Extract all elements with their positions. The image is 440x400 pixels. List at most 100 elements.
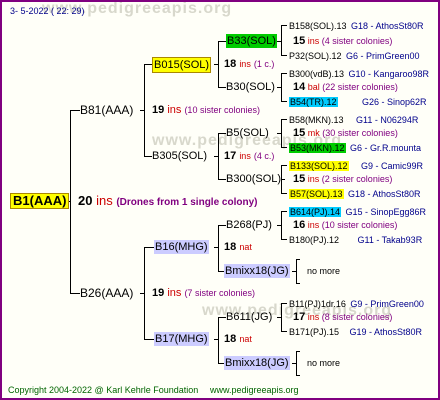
gen2-b17-ins-word: nat <box>239 334 252 344</box>
gen3-b5-ins-word: mk <box>307 128 320 138</box>
gen3-b300-ins-word: ins <box>307 174 320 184</box>
gen4-queen[interactable]: B171(PJ).15 <box>289 327 339 337</box>
gen2-b16-ins-count: 18 <box>224 241 237 253</box>
gen3-b30-ins-info: 14 bal (22 sister colonies) <box>293 80 398 94</box>
gen4-row: P32(SOL).12 G6 - PrimGreen00 <box>289 48 420 63</box>
gen3-b268-ins-word: ins <box>307 220 320 230</box>
gen3-b611-note: (8 sister colonies) <box>321 312 393 322</box>
gen4-breeder: G6 - Gr.R.mounta <box>349 143 422 153</box>
gen2-b015-ins-word: ins <box>239 59 251 69</box>
gen4-row: B300(vdB).13 G10 - Kangaroo98R <box>289 66 429 81</box>
gen3-b268-note: (10 sister colonies) <box>321 220 398 230</box>
pedigree-frame: www.pedigreeapis.org www.pedigreeapis.or… <box>0 0 440 400</box>
header-date: 3- 5-2022 ( 22: 29) <box>10 6 85 16</box>
gen4-breeder: G26 - Sinop62R <box>361 97 427 107</box>
gen3-b300-ins-count: 15 <box>293 173 306 185</box>
gen4-row: B133(SOL).12 G9 - Camic99R <box>289 158 423 173</box>
gen2-queen-b015[interactable]: B015(SOL) <box>152 57 212 73</box>
gen4-row: B11(PJ)1dr.16 G9 - PrimGreen00 <box>289 296 424 311</box>
gen2-b17-ins-count: 18 <box>224 333 237 345</box>
gen4-breeder: G18 - AthosSt80R <box>351 21 424 31</box>
gen3-b611-ins-word: ins <box>307 312 320 322</box>
footer-copyright: Copyright 2004-2022 @ Karl Kehrle Founda… <box>8 385 199 395</box>
gen4-breeder: G9 - Camic99R <box>361 161 424 171</box>
gen3-b30-ins-count: 14 <box>293 81 306 93</box>
gen3-b268-ins-count: 16 <box>293 219 306 231</box>
gen4-breeder: G6 - PrimGreen00 <box>345 51 420 61</box>
gen1-b81-ins-info: 19 ins (10 sister colonies) <box>152 103 260 117</box>
root-ins-info: 20 ins (Drones from 1 single colony) <box>78 194 257 210</box>
gen2-b305-ins-count: 17 <box>224 150 237 162</box>
gen1-b26-note: (7 sister colonies) <box>184 288 255 298</box>
gen4-queen[interactable]: P32(SOL).12 <box>289 51 342 61</box>
gen1-queen-b81[interactable]: B81(AAA) <box>80 103 133 117</box>
gen4-breeder: G10 - Kangaroo98R <box>348 69 430 79</box>
gen4-queen[interactable]: B58(MKN).13 <box>289 115 344 125</box>
gen2-b305-note: (4 c.) <box>253 151 275 161</box>
gen2-queen-b17[interactable]: B17(MHG) <box>154 332 209 346</box>
gen3-b300-note: (2 sister colonies) <box>321 174 393 184</box>
gen4-queen[interactable]: B300(vdB).13 <box>289 69 344 79</box>
gen3-b33-note: (4 sister colonies) <box>321 36 393 46</box>
gen3-b268-ins-info: 16 ins (10 sister colonies) <box>293 218 397 232</box>
gen4-breeder: G15 - SinopEgg86R <box>345 207 427 217</box>
gen3-bmixx18-b-no-more: no more <box>307 358 341 368</box>
gen2-queen-b16[interactable]: B16(MHG) <box>154 240 209 254</box>
gen4-queen[interactable]: B614(PJ).14 <box>289 207 342 217</box>
gen4-queen[interactable]: B180(PJ).12 <box>289 235 339 245</box>
gen1-b81-note: (10 sister colonies) <box>184 105 260 115</box>
gen2-b015-note: (1 c.) <box>253 59 275 69</box>
gen2-b16-ins-info: 18 nat <box>224 240 252 254</box>
gen3-b5-note: (30 sister colonies) <box>322 128 398 138</box>
gen3-queen-b33[interactable]: B33(SOL) <box>226 34 277 48</box>
gen1-b26-ins-word: ins <box>167 287 182 299</box>
gen4-queen[interactable]: B158(SOL).13 <box>289 21 347 31</box>
footer-site-link[interactable]: www.pedigreeapis.org <box>210 383 299 397</box>
root-ins-count: 20 <box>78 193 93 208</box>
gen4-breeder: G11 - Takab93R <box>357 235 423 245</box>
gen4-queen[interactable]: B53(MKN).12 <box>289 143 346 153</box>
gen3-b33-ins-count: 15 <box>293 35 306 47</box>
gen4-breeder: G9 - PrimGreen00 <box>350 299 424 309</box>
gen3-b300-ins-info: 15 ins (2 sister colonies) <box>293 172 392 186</box>
gen4-row: B54(TR).12 G26 - Sinop62R <box>289 94 427 109</box>
gen4-breeder: G19 - AthosSt80R <box>349 327 423 337</box>
gen3-b30-note: (22 sister colonies) <box>322 82 398 92</box>
gen2-b16-ins-word: nat <box>239 242 252 252</box>
gen1-b26-ins-info: 19 ins (7 sister colonies) <box>152 286 255 300</box>
gen3-queen-b611[interactable]: B611(JG) <box>226 310 272 324</box>
root-note: (Drones from 1 single colony) <box>116 197 258 208</box>
gen3-b5-ins-count: 15 <box>293 127 306 139</box>
gen2-b305-ins-word: ins <box>239 151 251 161</box>
gen4-queen[interactable]: B57(SOL).13 <box>289 189 344 199</box>
gen3-b33-ins-word: ins <box>307 36 320 46</box>
gen4-row: B58(MKN).13 G11 - N06294R <box>289 112 418 127</box>
root-ins-word: ins <box>96 193 113 208</box>
gen1-queen-b26[interactable]: B26(AAA) <box>80 286 133 300</box>
gen3-bmixx18-a-no-more: no more <box>307 266 341 276</box>
gen4-breeder: G18 - AthosSt80R <box>347 189 421 199</box>
gen3-queen-b30[interactable]: B30(SOL) <box>226 80 275 94</box>
gen4-row: B180(PJ).12 G11 - Takab93R <box>289 232 422 247</box>
gen4-row: B57(SOL).13 G18 - AthosSt80R <box>289 186 421 201</box>
gen4-row: B158(SOL).13 G18 - AthosSt80R <box>289 18 424 33</box>
gen3-queen-b300[interactable]: B300(SOL) <box>226 172 281 186</box>
gen3-queen-bmixx18-a[interactable]: Bmixx18(JG) <box>224 264 290 278</box>
gen1-b81-ins-count: 19 <box>152 104 165 116</box>
gen2-b015-ins-count: 18 <box>224 58 237 70</box>
gen3-queen-bmixx18-b[interactable]: Bmixx18(JG) <box>224 356 290 370</box>
gen3-queen-b5[interactable]: B5(SOL) <box>226 126 269 140</box>
gen3-b30-ins-word: bal <box>307 82 320 92</box>
gen2-queen-b305[interactable]: B305(SOL) <box>152 149 207 163</box>
gen4-row: B53(MKN).12 G6 - Gr.R.mounta <box>289 140 421 155</box>
gen4-queen[interactable]: B133(SOL).12 <box>289 161 349 171</box>
gen4-row: B614(PJ).14 G15 - SinopEgg86R <box>289 204 426 219</box>
gen4-queen[interactable]: B11(PJ)1dr.16 <box>289 299 346 309</box>
gen2-b305-ins-info: 17 ins (4 c.) <box>224 149 274 163</box>
gen1-b81-ins-word: ins <box>167 104 182 116</box>
gen3-queen-b268[interactable]: B268(PJ) <box>226 218 272 232</box>
gen4-breeder: G11 - N06294R <box>355 115 419 125</box>
root-queen[interactable]: B1(AAA) <box>10 193 70 209</box>
gen4-queen[interactable]: B54(TR).12 <box>289 97 338 107</box>
gen2-b17-ins-info: 18 nat <box>224 332 252 346</box>
